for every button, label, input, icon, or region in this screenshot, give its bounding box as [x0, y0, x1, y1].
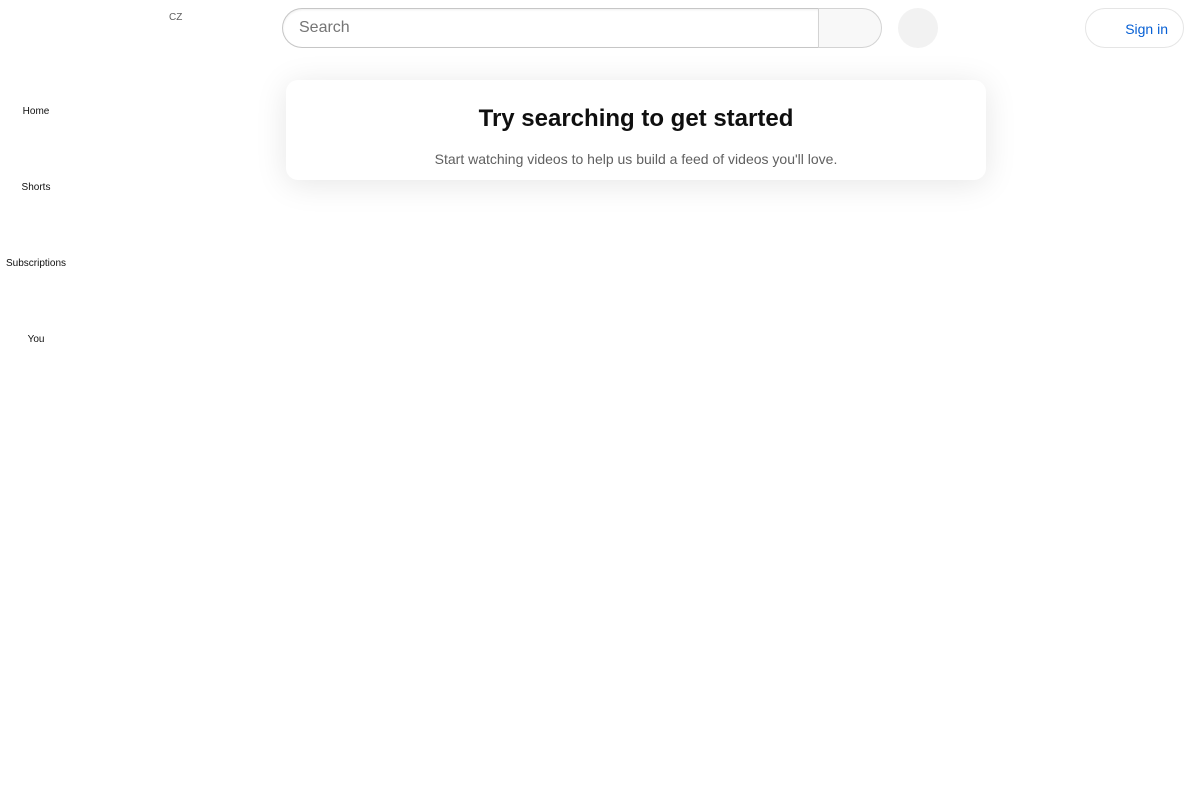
- sidebar-item-label: You: [27, 334, 45, 345]
- voice-search-button[interactable]: [898, 8, 938, 48]
- prompt-subtitle: Start watching videos to help us build a…: [434, 151, 838, 167]
- sidebar-item-subscriptions[interactable]: Subscriptions: [4, 208, 68, 282]
- sidebar-item-shorts[interactable]: Shorts: [4, 132, 68, 206]
- shorts-icon: [24, 148, 48, 172]
- search-input[interactable]: [299, 9, 799, 47]
- subscriptions-icon: [24, 224, 48, 248]
- home-icon: [24, 72, 48, 96]
- account-circle-icon: [1096, 18, 1116, 38]
- sidebar-item-home[interactable]: Home: [4, 56, 68, 130]
- sign-in-label: Sign in: [1125, 21, 1168, 37]
- search-box: [282, 8, 819, 48]
- menu-button[interactable]: [16, 8, 56, 48]
- sidebar-item-label: Shorts: [21, 182, 51, 193]
- settings-button[interactable]: [1040, 8, 1080, 48]
- sidebar-item-you[interactable]: You: [4, 284, 68, 358]
- sign-in-button[interactable]: Sign in: [1085, 8, 1184, 48]
- country-code: CZ: [169, 12, 183, 23]
- feed-nudge-card: Try searching to get started Start watch…: [286, 80, 986, 180]
- prompt-title: Try searching to get started: [478, 105, 794, 132]
- search-button[interactable]: [818, 8, 882, 48]
- youtube-logo[interactable]: [72, 10, 182, 46]
- sidebar-item-label: Home: [22, 106, 50, 117]
- masthead: CZ Sign in: [0, 0, 1200, 56]
- sidebar: Home Shorts Subscriptions You: [0, 56, 72, 800]
- you-icon: [24, 300, 48, 324]
- sidebar-item-label: Subscriptions: [5, 258, 67, 269]
